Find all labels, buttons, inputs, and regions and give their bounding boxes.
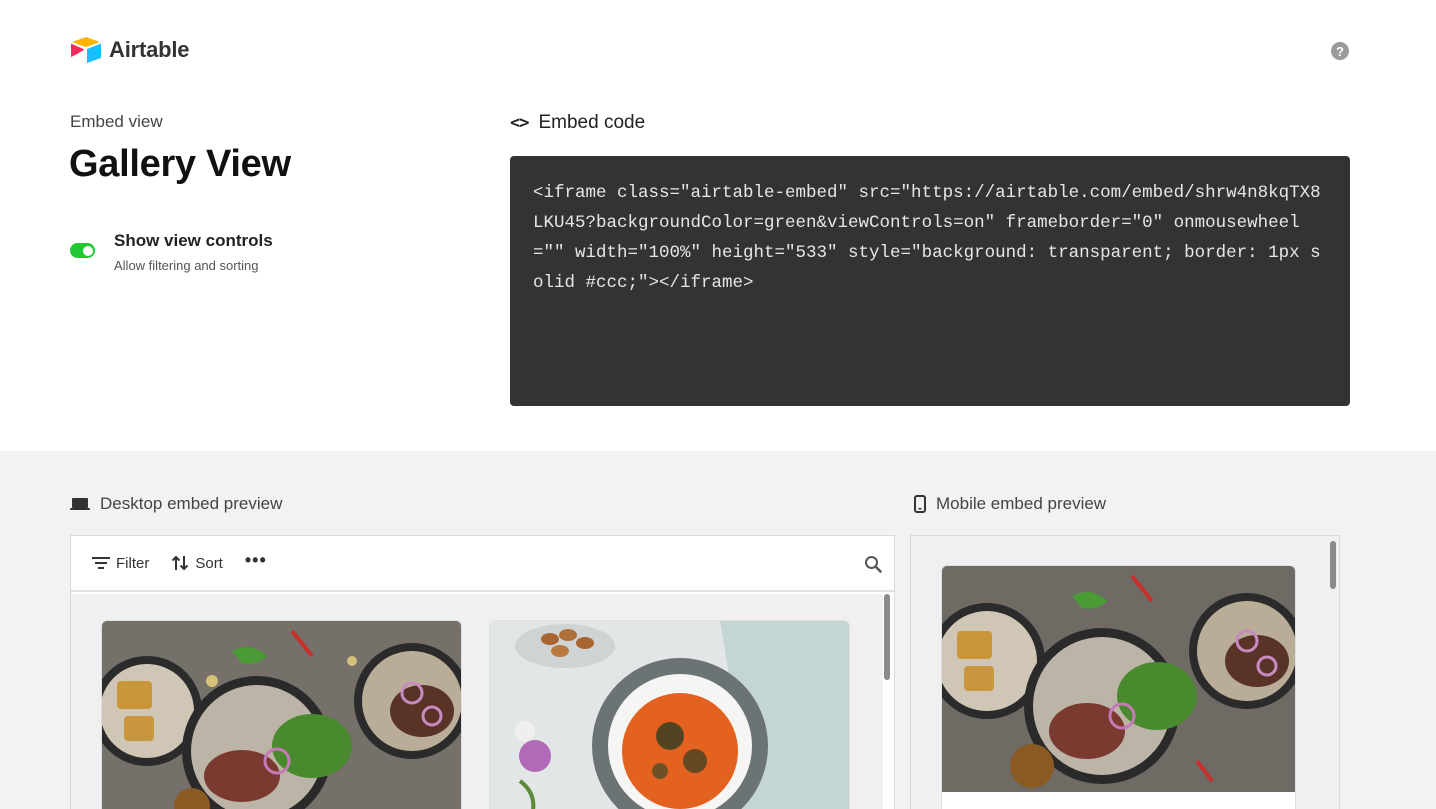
sort-icon [171,555,189,571]
embed-code-label: Embed code [538,112,646,133]
toggle-sublabel: Allow filtering and sorting [114,258,259,273]
desktop-preview-label: Desktop embed preview [100,494,283,513]
gallery-grid [71,594,883,809]
embed-view-label: Embed view [70,112,163,131]
food-plate-image [942,566,1295,792]
help-icon[interactable]: ? [1331,42,1349,60]
mobile-icon [914,495,926,513]
filter-label: Filter [116,554,150,572]
toggle-label: Show view controls [114,231,273,250]
laptop-icon [70,496,90,512]
mobile-scrollbar[interactable] [1330,541,1336,589]
mobile-preview-frame [910,535,1340,809]
mobile-preview-label: Mobile embed preview [936,494,1107,513]
mobile-preview-heading: Mobile embed preview [914,494,1106,514]
desktop-scrollbar[interactable] [884,594,890,680]
desktop-preview-frame: Filter Sort ••• [70,535,895,809]
embed-code-heading: <> Embed code [510,112,645,134]
search-icon[interactable] [864,555,882,578]
show-view-controls-toggle[interactable] [70,243,95,258]
filter-icon [92,556,110,570]
code-icon: <> [510,113,530,133]
airtable-logo[interactable]: Airtable [69,36,190,64]
filter-button[interactable]: Filter [92,555,149,572]
embed-code-snippet[interactable]: <iframe class="airtable-embed" src="http… [533,178,1327,298]
gallery-card[interactable] [489,620,850,809]
gallery-card[interactable] [941,565,1296,809]
gallery-card[interactable] [101,620,462,809]
sort-button[interactable]: Sort [171,555,223,572]
embed-code-box[interactable]: <iframe class="airtable-embed" src="http… [510,156,1350,406]
view-toolbar: Filter Sort ••• [71,536,894,592]
airtable-logo-icon [71,37,101,63]
soup-bowl-image [490,621,849,809]
embed-settings-section: Airtable ? Embed view Gallery View Show … [0,0,1436,451]
food-plate-image [102,621,461,809]
airtable-wordmark: Airtable [109,37,190,62]
more-options-button[interactable]: ••• [245,550,267,571]
sort-label: Sort [195,554,223,572]
view-title: Gallery View [69,143,291,185]
desktop-preview-heading: Desktop embed preview [70,494,282,514]
